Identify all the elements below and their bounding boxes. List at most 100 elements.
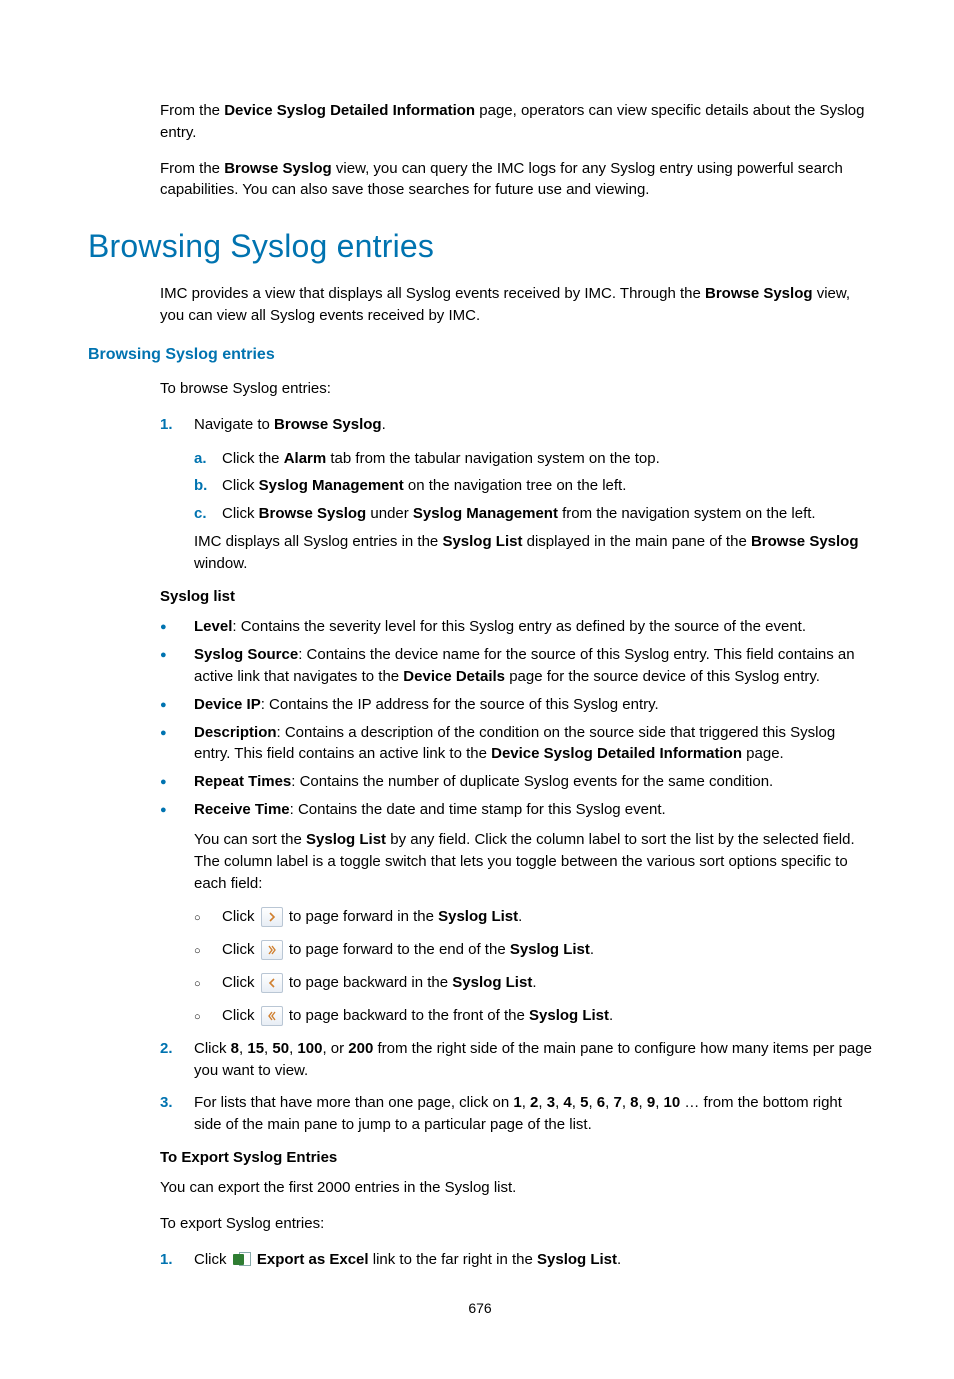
bold: 8 (630, 1094, 638, 1111)
text: to page forward to the end of the (289, 941, 510, 958)
bullet-icon: ● (160, 771, 194, 793)
text: Click (222, 941, 259, 958)
list-item: ○ Click to page forward to the end of th… (194, 939, 872, 962)
text: Navigate to (194, 416, 274, 433)
bold: 3 (547, 1094, 555, 1111)
ordered-list: 2. Click 8, 15, 50, 100, or 200 from the… (160, 1038, 872, 1135)
text: , (538, 1094, 546, 1111)
ordered-list: 1. Click Export as Excel link to the far… (160, 1249, 872, 1271)
list-number: 3. (160, 1092, 194, 1136)
section-heading: Browsing Syslog entries (88, 223, 872, 269)
bold: Syslog List (537, 1251, 617, 1268)
ordered-list: 1. Navigate to Browse Syslog. (160, 414, 872, 436)
text: page for the source device of this Syslo… (505, 668, 820, 685)
bold: Device Details (403, 668, 505, 685)
list-item: ○ Click to page backward in the Syslog L… (194, 972, 872, 995)
ordered-sublist: a. Click the Alarm tab from the tabular … (194, 448, 872, 525)
text: Click (222, 477, 259, 494)
list-text: Click Export as Excel link to the far ri… (194, 1249, 872, 1271)
bold: 8 (231, 1040, 239, 1057)
text: . (590, 941, 594, 958)
text: . (382, 416, 386, 433)
list-number: 1. (160, 1249, 194, 1271)
bullet-icon: ● (160, 694, 194, 716)
document-page: From the Device Syslog Detailed Informat… (0, 0, 954, 1379)
text: . (518, 908, 522, 925)
text: on the navigation tree on the left. (404, 477, 627, 494)
list-item: 1. Navigate to Browse Syslog. (160, 414, 872, 436)
bold: 50 (272, 1040, 289, 1057)
page-backward-icon (261, 973, 283, 993)
list-item: ● Level: Contains the severity level for… (160, 616, 872, 638)
bullet-icon: ● (160, 799, 194, 821)
list-item: c. Click Browse Syslog under Syslog Mana… (194, 503, 872, 525)
text: From the (160, 160, 224, 177)
text: : Contains the date and time stamp for t… (290, 801, 666, 818)
bullet-list: ● Level: Contains the severity level for… (160, 616, 872, 821)
list-text: Click the Alarm tab from the tabular nav… (222, 448, 872, 470)
bullet-icon: ● (160, 722, 194, 766)
list-text: Repeat Times: Contains the number of dup… (194, 771, 872, 793)
text: Click (194, 1040, 231, 1057)
text: displayed in the main pane of the (522, 533, 751, 550)
text: page. (742, 745, 784, 762)
export-header: To Export Syslog Entries (160, 1147, 872, 1169)
excel-icon (233, 1252, 251, 1268)
bold: Device Syslog Detailed Information (491, 745, 742, 762)
text: : Contains the number of duplicate Syslo… (291, 773, 773, 790)
bold: Repeat Times (194, 773, 291, 790)
text: . (617, 1251, 621, 1268)
text: IMC provides a view that displays all Sy… (160, 285, 705, 302)
list-number: a. (194, 448, 222, 470)
text: : Contains the IP address for the source… (261, 696, 659, 713)
page-number: 676 (88, 1298, 872, 1318)
list-item: ○ Click to page backward to the front of… (194, 1005, 872, 1028)
list-text: Receive Time: Contains the date and time… (194, 799, 872, 821)
bold: Syslog List (306, 831, 386, 848)
intro-para-2: From the Browse Syslog view, you can que… (160, 158, 872, 202)
pager-list: ○ Click to page forward in the Syslog Li… (194, 906, 872, 1028)
text: , (622, 1094, 630, 1111)
bold: Syslog List (510, 941, 590, 958)
bold: Device Syslog Detailed Information (224, 102, 475, 119)
page-first-icon (261, 1006, 283, 1026)
list-item: ● Repeat Times: Contains the number of d… (160, 771, 872, 793)
text: to page backward to the front of the (289, 1007, 529, 1024)
list-text: Click Syslog Management on the navigatio… (222, 475, 872, 497)
bold: 100 (297, 1040, 322, 1057)
bold: Export as Excel (257, 1251, 369, 1268)
text: Click (194, 1251, 231, 1268)
text: You can sort the (194, 831, 306, 848)
bold: Receive Time (194, 801, 290, 818)
export-para-1: You can export the first 2000 entries in… (160, 1177, 872, 1199)
list-text: Click to page backward in the Syslog Lis… (222, 972, 872, 994)
bold: 7 (613, 1094, 621, 1111)
text: Click (222, 974, 259, 991)
text: Click (222, 505, 259, 522)
bold: 1 (513, 1094, 521, 1111)
page-last-icon (261, 940, 283, 960)
bold: Browse Syslog (224, 160, 332, 177)
list-item: ● Device IP: Contains the IP address for… (160, 694, 872, 716)
text: IMC displays all Syslog entries in the (194, 533, 442, 550)
list-text: Click to page forward to the end of the … (222, 939, 872, 961)
text: From the (160, 102, 224, 119)
list-item: b. Click Syslog Management on the naviga… (194, 475, 872, 497)
bold: Syslog Management (259, 477, 404, 494)
bold: 10 (664, 1094, 681, 1111)
circle-icon: ○ (194, 1006, 222, 1028)
list-text: Level: Contains the severity level for t… (194, 616, 872, 638)
circle-icon: ○ (194, 973, 222, 995)
bold: 6 (597, 1094, 605, 1111)
page-forward-icon (261, 907, 283, 927)
text: , (588, 1094, 596, 1111)
bold: Browse Syslog (705, 285, 813, 302)
list-text: For lists that have more than one page, … (194, 1092, 872, 1136)
list-item: ● Description: Contains a description of… (160, 722, 872, 766)
list-text: Device IP: Contains the IP address for t… (194, 694, 872, 716)
bold: Alarm (284, 450, 327, 467)
text: For lists that have more than one page, … (194, 1094, 513, 1111)
pre-list-para: To browse Syslog entries: (160, 378, 872, 400)
bold: Syslog List (438, 908, 518, 925)
text: Click the (222, 450, 284, 467)
